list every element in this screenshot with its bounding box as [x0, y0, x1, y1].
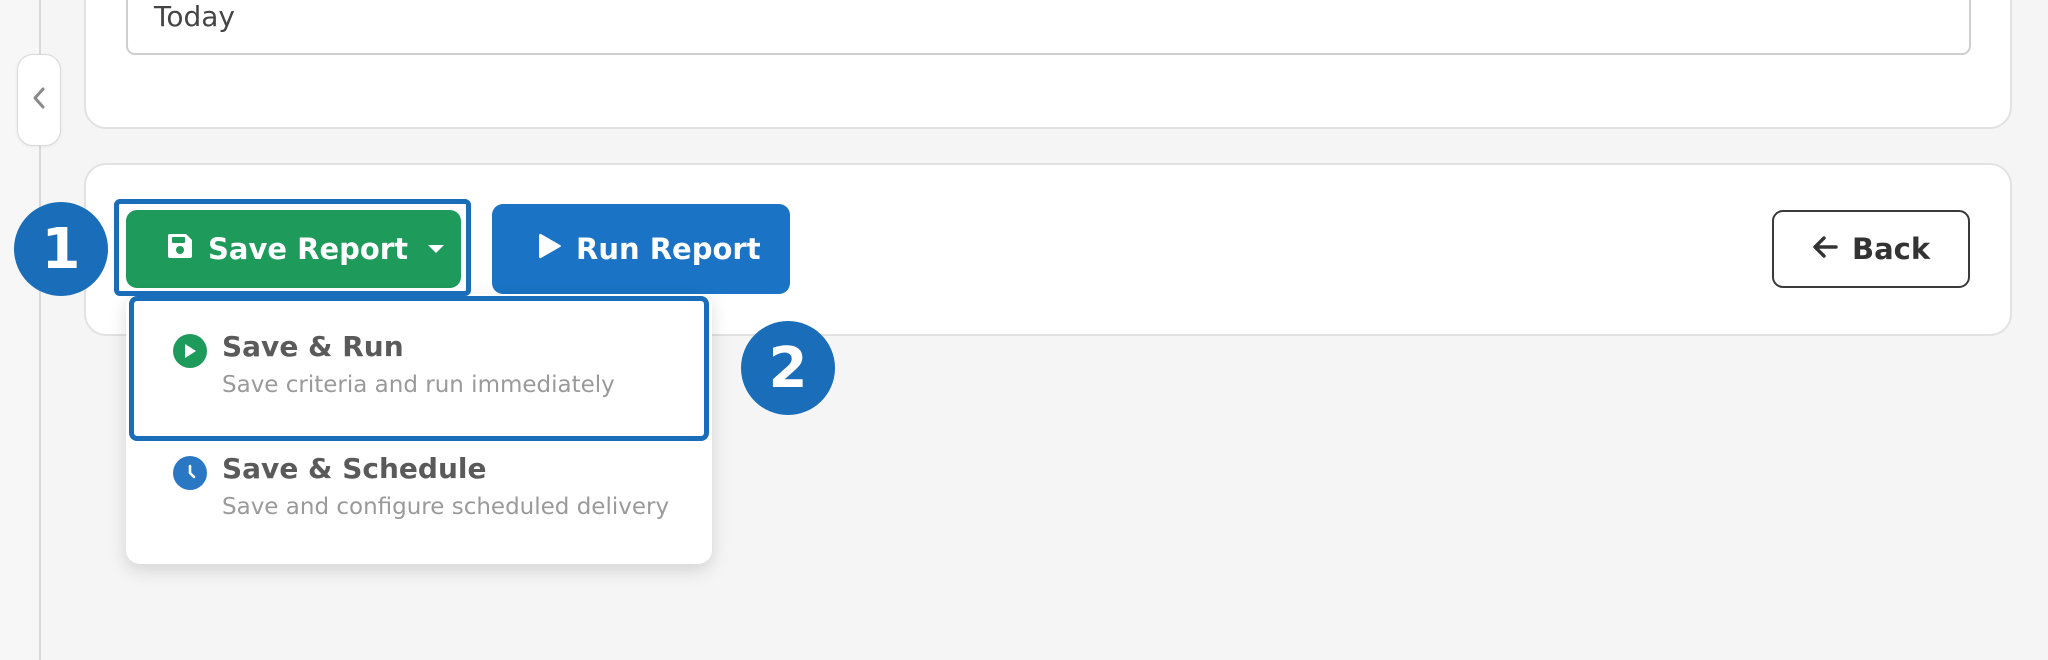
date-range-value: Today [154, 0, 235, 33]
step-badge-1: 1 [14, 202, 108, 296]
save-report-button[interactable]: Save Report [126, 210, 461, 288]
save-report-label: Save Report [208, 232, 408, 266]
save-icon [166, 232, 194, 267]
step-badge-2: 2 [741, 321, 835, 415]
caret-down-icon [427, 245, 444, 253]
save-options-menu: Save & Run Save criteria and run immedia… [126, 294, 712, 564]
arrow-left-icon [1812, 232, 1838, 266]
back-label: Back [1852, 232, 1931, 266]
menu-item-description: Save and configure scheduled delivery [222, 494, 670, 520]
menu-item-description: Save criteria and run immediately [222, 372, 615, 398]
menu-item-title: Save & Run [222, 330, 404, 363]
menu-item-title: Save & Schedule [222, 452, 487, 485]
play-icon [538, 232, 562, 267]
chevron-left-icon [31, 86, 47, 114]
clock-icon [173, 456, 207, 490]
back-button[interactable]: Back [1772, 210, 1970, 288]
run-report-button[interactable]: Run Report [492, 204, 790, 294]
date-range-field[interactable]: Today [126, 0, 1971, 55]
run-report-label: Run Report [576, 232, 761, 266]
sidebar-collapse-button[interactable] [17, 54, 61, 146]
play-circle-icon [173, 334, 207, 368]
